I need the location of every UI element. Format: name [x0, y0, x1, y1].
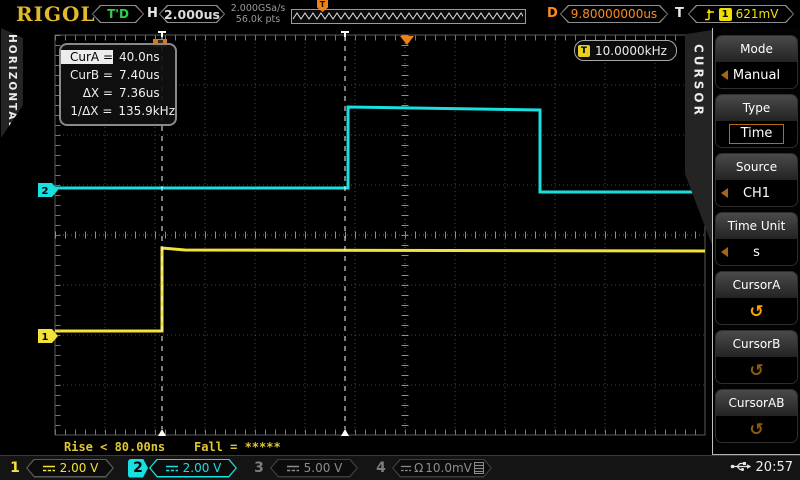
svg-text:2: 2 — [42, 186, 49, 197]
cursor-b-value: 7.40us — [119, 68, 160, 82]
chevron-left-icon — [721, 188, 728, 198]
delta-x-label: ΔX = — [61, 86, 113, 100]
channel-2-badge[interactable]: 2 2.00 V — [128, 458, 237, 478]
fall-measurement: Fall = ***** — [194, 440, 281, 454]
dc-coupling-icon — [286, 464, 300, 473]
memory-depth: 56.0k pts — [228, 14, 288, 25]
menu-item-cursor-ab[interactable]: CursorAB ↺ — [715, 389, 798, 443]
dc-coupling-icon — [165, 464, 179, 473]
trigger-slope-icon — [704, 8, 715, 21]
oscilloscope-screen: 2 1 RIGOL T'D H 2.000us 2.000GSa/s 56.0k … — [0, 0, 800, 480]
delta-x-value: 7.36us — [119, 86, 160, 100]
menu-item-mode[interactable]: Mode Manual — [715, 35, 798, 89]
menu-item-source[interactable]: Source CH1 — [715, 153, 798, 207]
trigger-channel-badge: 1 — [719, 8, 732, 21]
trigger-status-badge: T'D — [92, 5, 144, 23]
trigger-label: T — [675, 6, 684, 21]
rotate-knob-icon: ↺ — [716, 357, 797, 384]
rotate-knob-icon: ↺ — [716, 298, 797, 325]
svg-text:1: 1 — [42, 332, 49, 343]
inv-delta-x-row: 1/ΔX = 135.9kHz — [61, 102, 175, 120]
delay-label: D — [547, 6, 558, 21]
rise-measurement: Rise < 80.00ns — [64, 440, 165, 454]
counter-trigger-badge: T — [578, 45, 590, 57]
clock: 20:57 — [756, 460, 793, 475]
rotate-knob-icon: ↺ — [716, 416, 797, 443]
inv-delta-x-label: 1/ΔX = — [61, 104, 112, 118]
channel-4-badge[interactable]: 4 Ω 10.0mV — [374, 458, 492, 478]
trigger-level-display[interactable]: 1 621mV — [688, 5, 794, 23]
channel-1-badge[interactable]: 1 2.00 V — [8, 458, 114, 478]
cursor-a-value: 40.0ns — [119, 50, 160, 64]
horizontal-scale-label: H — [147, 6, 158, 21]
trigger-level-value: 621mV — [736, 7, 779, 21]
menu-item-time-unit[interactable]: Time Unit s — [715, 212, 798, 266]
cursor-b-label: CurB = — [61, 68, 113, 82]
rigol-logo: RIGOL — [16, 2, 96, 26]
top-bar: RIGOL T'D H 2.000us 2.000GSa/s 56.0k pts… — [0, 0, 800, 28]
cursor-b-row: CurB = 7.40us — [61, 66, 175, 84]
cursor-menu: Mode Manual Type Time Source CH1 Time Un… — [712, 28, 800, 455]
frequency-counter: T 10.0000kHz — [574, 40, 677, 61]
usb-icon — [730, 461, 752, 472]
menu-item-cursor-b[interactable]: CursorB ↺ — [715, 330, 798, 384]
cursor-a-row: CurA = 40.0ns — [61, 48, 175, 66]
memory-position-bar[interactable] — [291, 9, 526, 24]
channel-3-badge[interactable]: 3 5.00 V — [252, 458, 358, 478]
status-bar: 1 2.00 V 2 2.00 V — [0, 455, 800, 480]
bw-limit-icon — [474, 462, 484, 474]
timebase-display[interactable]: 2.000us — [159, 5, 225, 23]
menu-item-cursor-a[interactable]: CursorA ↺ — [715, 271, 798, 325]
delta-x-row: ΔX = 7.36us — [61, 84, 175, 102]
cursor-readout-box: CurA = 40.0ns CurB = 7.40us ΔX = 7.36us … — [59, 43, 177, 126]
chevron-left-icon — [721, 70, 728, 80]
chevron-left-icon — [721, 247, 728, 257]
cursor-a-label: CurA = — [61, 50, 113, 64]
inv-delta-x-value: 135.9kHz — [118, 104, 175, 118]
counter-frequency: 10.0000kHz — [595, 44, 667, 58]
ohm-symbol: Ω — [414, 461, 423, 475]
dc-coupling-icon — [400, 464, 412, 473]
acquisition-info: 2.000GSa/s 56.0k pts — [228, 3, 288, 25]
sample-rate: 2.000GSa/s — [228, 3, 288, 14]
dc-coupling-icon — [42, 464, 56, 473]
menu-item-type[interactable]: Type Time — [715, 94, 798, 148]
trigger-delay-display[interactable]: 9.80000000us — [560, 5, 668, 23]
